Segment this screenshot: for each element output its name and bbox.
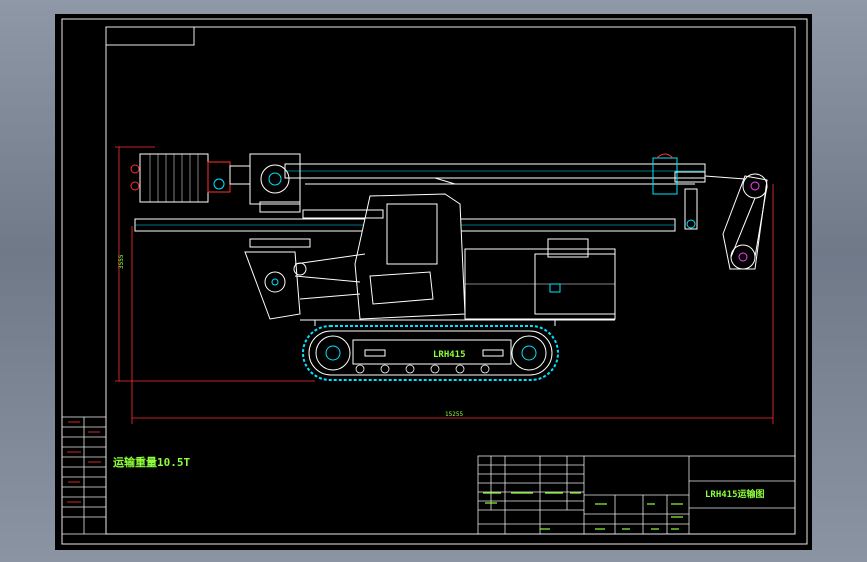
dimension-length-label: 15255 bbox=[445, 411, 463, 418]
machine-model-label: LRH415 bbox=[433, 350, 466, 360]
corner-label-box bbox=[105, 26, 195, 46]
left-revision-table bbox=[61, 416, 107, 535]
upper-structure bbox=[354, 193, 616, 320]
transport-weight-label: 运输重量10.5T bbox=[113, 455, 190, 469]
cad-drawing: LRH415运输图 运输重量10.5T 3555 15255 LRH415 bbox=[61, 18, 808, 545]
title-block-name: LRH415运输图 bbox=[705, 488, 765, 500]
crawler-track bbox=[302, 325, 559, 381]
dimension-height-label: 3555 bbox=[118, 254, 125, 269]
cad-viewport[interactable]: LRH415运输图 运输重量10.5T 3555 15255 LRH415 bbox=[55, 14, 812, 550]
power-head bbox=[130, 153, 301, 213]
